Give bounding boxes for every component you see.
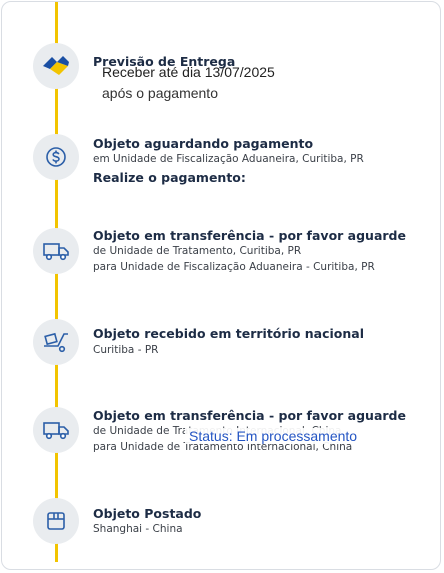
status-label: Status: Em processamento (185, 428, 362, 444)
correios-logo-icon (33, 43, 79, 89)
box-icon (33, 498, 79, 544)
step-title: Objeto Postado (93, 506, 202, 521)
step-title: Objeto recebido em território nacional (93, 326, 365, 341)
step-title: Objeto em transferência - por favor agua… (93, 408, 406, 423)
delivery-date: Receber até dia 13/07/2025 (102, 64, 275, 80)
step-title: Objeto aguardando pagamento (93, 136, 314, 151)
step-location: Shanghai - China (93, 523, 183, 535)
step-location: em Unidade de Fiscalização Aduaneira, Cu… (93, 153, 364, 165)
delivery-condition: após o pagamento (102, 85, 218, 101)
dollar-coin-icon (33, 134, 79, 180)
step-origin: de Unidade de Tratamento, Curitiba, PR (93, 245, 302, 257)
step-location: Curitiba - PR (93, 344, 159, 356)
step-destination: para Unidade de Fiscalização Aduaneira -… (93, 261, 375, 273)
package-cart-icon (33, 319, 79, 365)
truck-icon (33, 228, 79, 274)
pay-action-label[interactable]: Realize o pagamento: (93, 170, 246, 185)
tracking-card: Previsão de Entrega Receber até dia 13/0… (1, 1, 441, 570)
truck-icon (33, 407, 79, 453)
step-title: Objeto em transferência - por favor agua… (93, 228, 406, 243)
